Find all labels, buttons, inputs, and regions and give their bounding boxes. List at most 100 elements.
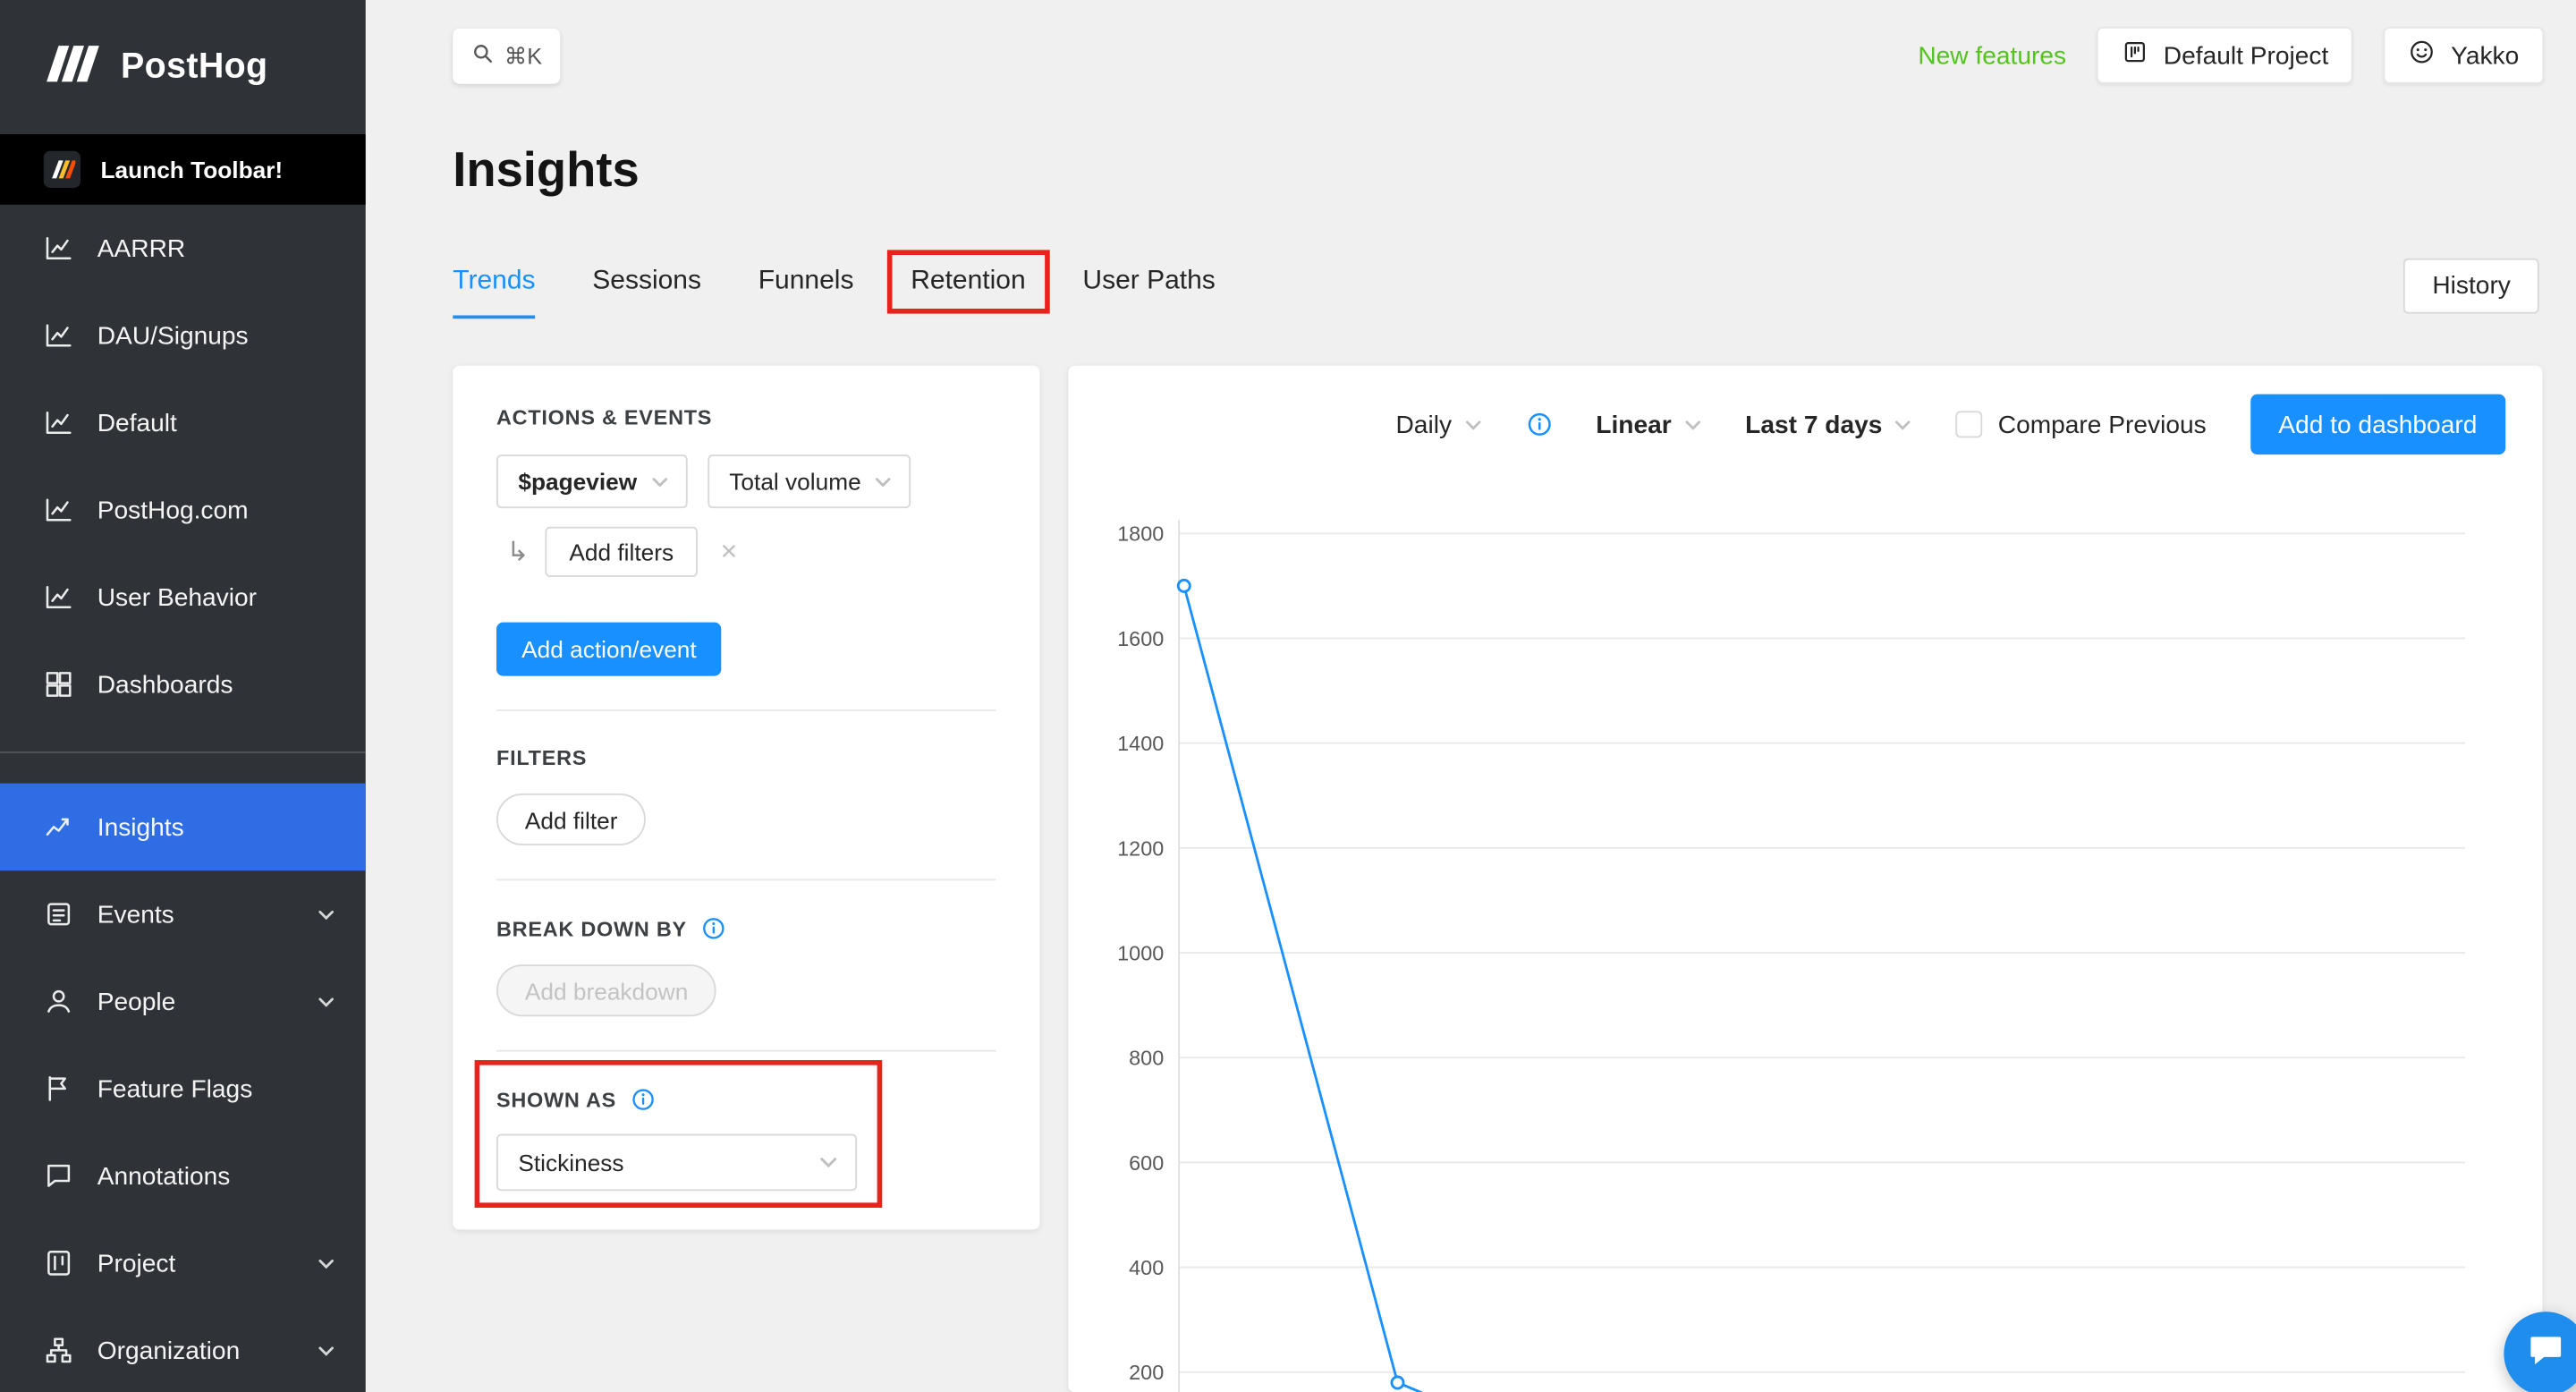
divider — [496, 878, 996, 881]
project-icon — [44, 1248, 74, 1278]
sidebar-item-default[interactable]: Default — [0, 379, 366, 467]
chevron-down-icon — [650, 472, 669, 491]
sidebar-item-label: DAU/Signups — [97, 321, 249, 350]
user-menu-button[interactable]: Yakko — [2384, 27, 2545, 84]
sidebar-item-project[interactable]: Project — [0, 1219, 366, 1307]
add-filter-button[interactable]: Add filter — [496, 793, 647, 845]
svg-text:1800: 1800 — [1117, 522, 1164, 546]
launch-toolbar-button[interactable]: Launch Toolbar! — [0, 134, 366, 205]
sidebar-item-label: Insights — [97, 812, 184, 842]
line-chart-icon — [44, 495, 74, 525]
add-to-dashboard-button[interactable]: Add to dashboard — [2250, 394, 2506, 455]
dashboard-icon — [44, 669, 74, 700]
posthog-logo-text: PostHog — [121, 47, 268, 86]
chevron-down-icon — [1463, 415, 1482, 434]
sidebar-item-posthog-com[interactable]: PostHog.com — [0, 466, 366, 554]
tab-user-paths[interactable]: User Paths — [1082, 251, 1215, 318]
filters-heading: FILTERS — [496, 746, 588, 770]
actions-events-heading: ACTIONS & EVENTS — [496, 405, 713, 429]
annotation-box-retention: Retention — [886, 250, 1049, 314]
shown-as-select[interactable]: Stickiness — [496, 1133, 858, 1192]
user-name: Yakko — [2451, 40, 2520, 70]
person-icon — [44, 987, 74, 1017]
launch-toolbar-label: Launch Toolbar! — [100, 156, 284, 183]
chat-bubble-icon — [2526, 1329, 2566, 1378]
chat-widget-button[interactable] — [2504, 1311, 2576, 1392]
svg-text:800: 800 — [1129, 1047, 1164, 1070]
display-select[interactable]: Linear — [1596, 410, 1701, 438]
chevron-down-icon — [1683, 415, 1702, 434]
shown-as-heading: SHOWN AS — [496, 1087, 996, 1112]
svg-text:1000: 1000 — [1117, 941, 1164, 964]
add-filters-button[interactable]: Add filters — [546, 526, 698, 577]
compare-previous-checkbox[interactable] — [1955, 411, 1983, 438]
breakdown-heading: BREAK DOWN BY — [496, 916, 996, 941]
date-range-select[interactable]: Last 7 days — [1745, 410, 1912, 438]
event-select[interactable]: $pageview — [496, 454, 688, 509]
tab-funnels[interactable]: Funnels — [758, 251, 854, 318]
posthog-logo-icon — [44, 41, 101, 93]
info-icon[interactable] — [1526, 411, 1553, 437]
trend-chart-card: 200 400 600 800 1000 1200 1400 1600 1800 Daily L… — [1068, 365, 2543, 1392]
sidebar-item-label: People — [97, 987, 176, 1016]
sidebar-item-user-behavior[interactable]: User Behavior — [0, 554, 366, 641]
divider — [496, 709, 996, 711]
posthog-logo[interactable]: PostHog — [0, 0, 366, 134]
tab-retention[interactable]: Retention — [886, 250, 1049, 318]
insight-tabs: Trends Sessions Funnels Retention User P… — [453, 250, 2539, 319]
info-icon[interactable] — [700, 916, 725, 941]
organization-icon — [44, 1336, 74, 1366]
sidebar-item-label: Project — [97, 1248, 176, 1277]
math-select[interactable]: Total volume — [707, 454, 911, 509]
line-chart-icon — [44, 233, 74, 264]
sidebar-item-dashboards[interactable]: Dashboards — [0, 641, 366, 728]
tab-trends[interactable]: Trends — [453, 251, 536, 319]
chevron-down-icon — [317, 905, 335, 924]
chevron-down-icon — [317, 1254, 335, 1273]
sidebar: PostHog Launch Toolbar! AARRR DAU/Signup… — [0, 0, 366, 1392]
sidebar-item-events[interactable]: Events — [0, 870, 366, 958]
chevron-down-icon — [317, 992, 335, 1011]
project-icon — [2122, 38, 2148, 72]
svg-text:600: 600 — [1129, 1151, 1164, 1175]
sidebar-item-feature-flags[interactable]: Feature Flags — [0, 1045, 366, 1133]
sidebar-item-dau-signups[interactable]: DAU/Signups — [0, 292, 366, 379]
svg-text:400: 400 — [1129, 1256, 1164, 1279]
tab-sessions[interactable]: Sessions — [592, 251, 701, 318]
close-icon[interactable]: × — [721, 535, 738, 569]
info-icon[interactable] — [630, 1087, 655, 1112]
chevron-down-icon — [818, 1152, 839, 1173]
nested-arrow-icon: ↳ — [506, 538, 530, 567]
global-search[interactable]: ⌘K — [453, 28, 561, 84]
sidebar-item-label: User Behavior — [97, 582, 257, 612]
add-action-event-button[interactable]: Add action/event — [496, 622, 722, 676]
sidebar-item-annotations[interactable]: Annotations — [0, 1133, 366, 1220]
sidebar-item-label: Dashboards — [97, 670, 233, 699]
search-shortcut: ⌘K — [504, 42, 543, 68]
sidebar-divider — [0, 751, 366, 753]
add-breakdown-button[interactable]: Add breakdown — [496, 964, 717, 1017]
sidebar-item-people[interactable]: People — [0, 958, 366, 1046]
project-switcher-button[interactable]: Default Project — [2096, 27, 2354, 84]
sidebar-item-organization[interactable]: Organization — [0, 1307, 366, 1392]
project-name: Default Project — [2163, 40, 2329, 70]
line-chart-icon — [44, 582, 74, 613]
sidebar-item-insights[interactable]: Insights — [0, 783, 366, 871]
interval-select[interactable]: Daily — [1395, 410, 1481, 438]
svg-text:1400: 1400 — [1117, 732, 1164, 755]
new-features-link[interactable]: New features — [1918, 41, 2066, 70]
svg-text:200: 200 — [1129, 1361, 1164, 1384]
sidebar-item-aarrr[interactable]: AARRR — [0, 205, 366, 293]
divider — [496, 1049, 996, 1052]
compare-previous-control[interactable]: Compare Previous — [1955, 410, 2207, 438]
sidebar-item-label: Feature Flags — [97, 1074, 253, 1103]
smiley-icon — [2409, 38, 2436, 72]
search-icon — [470, 42, 494, 71]
chevron-down-icon — [317, 1341, 335, 1360]
chart-controls: Daily Linear Last 7 days Compare Previou… — [1395, 394, 2506, 455]
sidebar-item-label: Events — [97, 899, 174, 929]
line-chart-icon — [44, 408, 74, 438]
insights-icon — [44, 812, 74, 843]
history-button[interactable]: History — [2403, 257, 2539, 313]
svg-text:1600: 1600 — [1117, 627, 1164, 650]
